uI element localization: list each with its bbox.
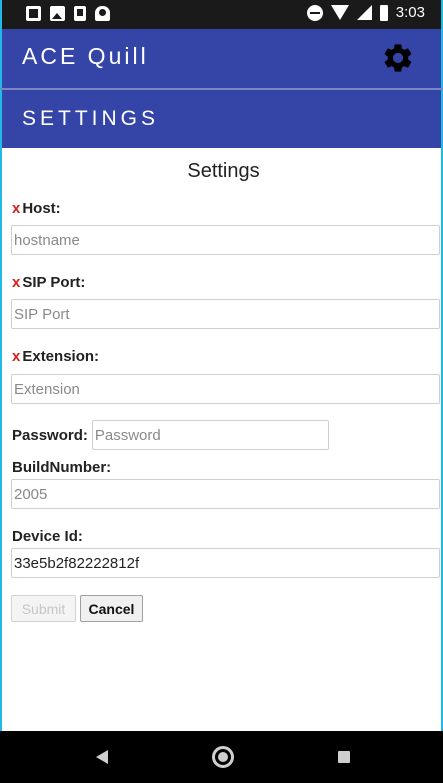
password-row: Password: bbox=[12, 420, 329, 450]
do-not-disturb-icon bbox=[306, 4, 323, 21]
signal-icon bbox=[356, 5, 372, 20]
gear-icon[interactable] bbox=[381, 41, 415, 75]
required-marker: x bbox=[12, 348, 21, 365]
host-input[interactable] bbox=[11, 225, 440, 255]
device-id-label: Device Id: bbox=[12, 528, 83, 545]
password-input[interactable] bbox=[91, 420, 329, 450]
cancel-button[interactable]: Cancel bbox=[80, 595, 143, 622]
home-icon[interactable] bbox=[212, 746, 234, 768]
status-time: 3:03 bbox=[395, 4, 425, 21]
section-bar: SETTINGS bbox=[0, 90, 443, 148]
recents-icon[interactable] bbox=[338, 751, 350, 763]
status-bar: 3:03 bbox=[0, 0, 443, 29]
app-title: ACE Quill bbox=[22, 43, 149, 69]
app-bar: ACE Quill bbox=[0, 29, 443, 88]
back-icon[interactable] bbox=[96, 750, 108, 764]
page-title: Settings bbox=[187, 160, 260, 182]
wifi-icon bbox=[330, 5, 349, 20]
extension-input[interactable] bbox=[11, 374, 440, 404]
sip-port-label: x SIP Port: bbox=[12, 274, 86, 291]
status-right-icons: 3:03 bbox=[306, 4, 425, 21]
sip-port-input[interactable] bbox=[11, 299, 440, 329]
status-left-icons bbox=[26, 6, 110, 21]
gallery-icon bbox=[26, 6, 41, 21]
extension-label: x Extension: bbox=[12, 348, 100, 365]
build-number-field bbox=[11, 479, 440, 509]
required-marker: x bbox=[12, 200, 21, 217]
build-number-label: BuildNumber: bbox=[12, 459, 112, 476]
image-icon bbox=[50, 6, 65, 21]
download-icon bbox=[74, 6, 86, 21]
accessibility-icon bbox=[95, 6, 110, 21]
device-id-input[interactable] bbox=[11, 548, 440, 578]
submit-button[interactable]: Submit bbox=[11, 595, 76, 622]
navigation-bar bbox=[0, 731, 443, 783]
section-title: SETTINGS bbox=[22, 107, 160, 130]
password-label: Password: bbox=[12, 426, 88, 444]
battery-icon bbox=[379, 4, 388, 21]
settings-form: Settings xHost: xSIP Port: xExtension: P… bbox=[0, 148, 443, 731]
host-label: x Host: bbox=[12, 200, 61, 217]
required-marker: x bbox=[12, 274, 21, 291]
